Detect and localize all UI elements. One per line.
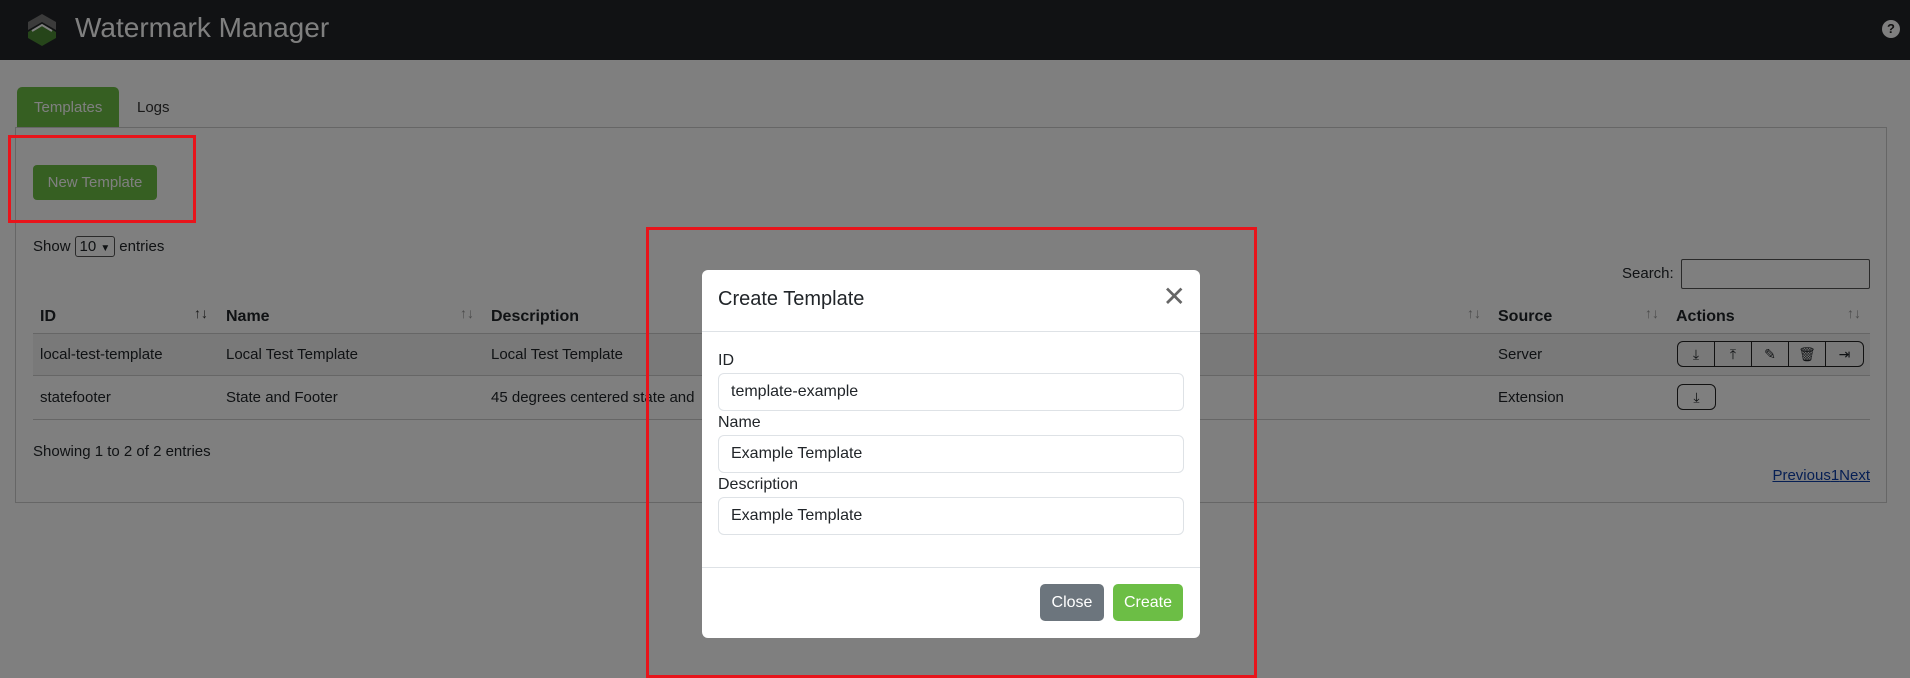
highlight-box-new-template	[8, 135, 196, 223]
highlight-box-modal	[646, 227, 1257, 678]
